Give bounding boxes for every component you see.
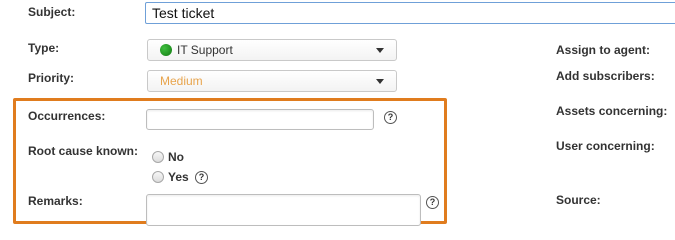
assets-concerning-label: Assets concerning: (556, 104, 668, 118)
add-subscribers-label: Add subscribers: (556, 69, 655, 83)
occurrences-help-icon[interactable]: ? (384, 111, 397, 124)
assign-agent-label: Assign to agent: (556, 43, 651, 57)
source-label: Source: (556, 193, 601, 207)
subject-label: Subject: (28, 5, 76, 19)
priority-select[interactable]: Medium (147, 70, 397, 92)
radio-yes-label[interactable]: Yes (168, 170, 189, 184)
type-value: IT Support (177, 43, 233, 57)
priority-label: Priority: (28, 71, 75, 85)
remarks-label: Remarks: (28, 194, 83, 208)
radio-yes[interactable] (152, 171, 164, 183)
type-label: Type: (28, 41, 60, 55)
priority-value: Medium (160, 74, 203, 88)
root-cause-help-icon[interactable]: ? (195, 171, 208, 184)
radio-no-label[interactable]: No (168, 150, 184, 164)
chevron-down-icon (376, 79, 384, 84)
occurrences-label: Occurrences: (28, 109, 106, 123)
radio-no[interactable] (152, 151, 164, 163)
remarks-help-icon[interactable]: ? (426, 196, 439, 209)
subject-value: Test ticket (152, 5, 215, 21)
remarks-textarea[interactable] (146, 194, 421, 226)
green-circle-icon (160, 44, 172, 56)
type-select[interactable]: IT Support (147, 39, 397, 61)
root-cause-label: Root cause known: (28, 144, 139, 158)
user-concerning-label: User concerning: (556, 139, 655, 153)
occurrences-input[interactable] (146, 109, 374, 130)
chevron-down-icon (376, 48, 384, 53)
subject-input[interactable]: Test ticket (145, 2, 675, 24)
